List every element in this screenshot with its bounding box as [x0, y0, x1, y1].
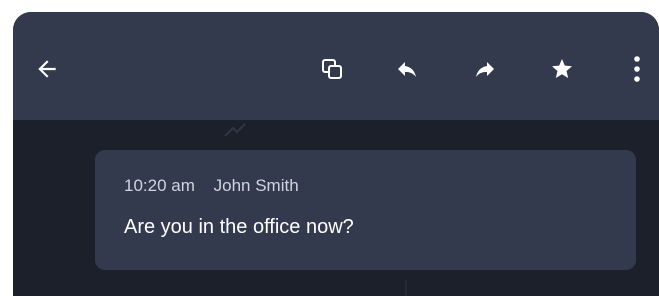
- back-arrow-icon[interactable]: [34, 56, 60, 82]
- message-sender: John Smith: [213, 176, 299, 195]
- more-vert-icon[interactable]: [627, 56, 647, 82]
- forward-icon[interactable]: [472, 56, 498, 82]
- star-icon[interactable]: [549, 56, 575, 82]
- app-window: 10:20 am John Smith Are you in the offic…: [13, 12, 659, 296]
- message-card[interactable]: 10:20 am John Smith Are you in the offic…: [95, 150, 636, 270]
- divider: [405, 280, 407, 296]
- app-bar: [13, 12, 659, 120]
- copy-icon[interactable]: [319, 56, 345, 82]
- message-meta: 10:20 am John Smith: [124, 176, 299, 196]
- reply-icon[interactable]: [394, 56, 420, 82]
- message-text: Are you in the office now?: [124, 216, 354, 238]
- watermark-glyph: [224, 123, 246, 137]
- message-time: 10:20 am: [124, 176, 195, 195]
- message-stream: 10:20 am John Smith Are you in the offic…: [13, 120, 659, 296]
